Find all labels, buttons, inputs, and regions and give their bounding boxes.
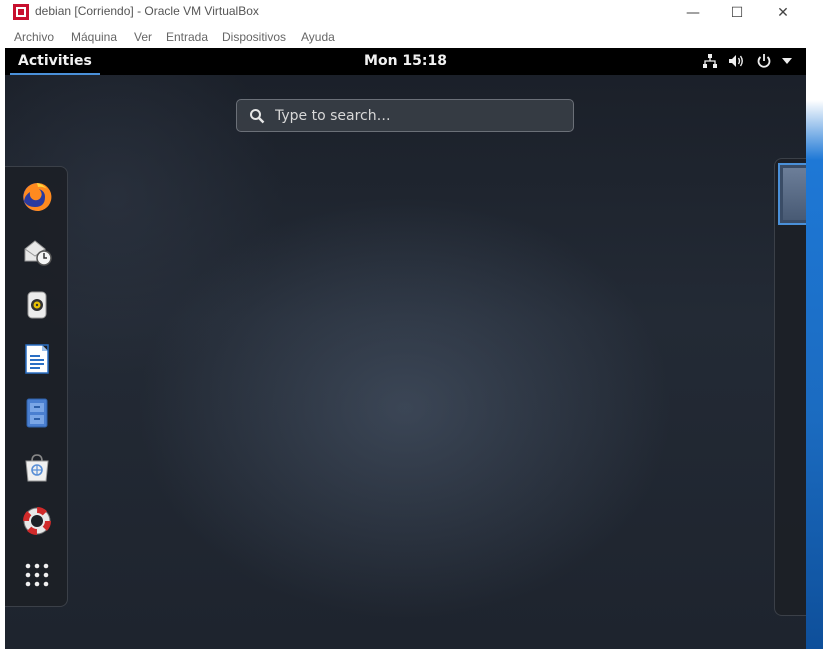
search-box[interactable] [236,99,574,132]
rhythmbox-icon[interactable] [20,288,54,322]
network-icon[interactable] [702,53,718,69]
menu-ver[interactable]: Ver [134,30,152,44]
files-icon[interactable] [20,396,54,430]
menu-archivo[interactable]: Archivo [14,30,54,44]
workspace-thumbnail-preview [783,168,806,220]
help-icon[interactable] [20,504,54,538]
search-icon [250,109,265,124]
menu-ayuda[interactable]: Ayuda [301,30,335,44]
minimize-button[interactable]: — [670,0,716,25]
firefox-icon[interactable] [20,180,54,214]
menu-entrada[interactable]: Entrada [166,30,208,44]
dash [5,166,68,607]
system-tray[interactable] [702,53,792,69]
evolution-icon[interactable] [20,234,54,268]
menubar: Archivo Máquina Ver Entrada Dispositivos… [0,27,806,47]
window-title: debian [Corriendo] - Oracle VM VirtualBo… [35,4,259,18]
chevron-down-icon[interactable] [782,57,792,65]
menu-maquina[interactable]: Máquina [71,30,117,44]
maximize-button[interactable]: ☐ [714,0,760,25]
libreoffice-writer-icon[interactable] [20,342,54,376]
clock[interactable]: Mon 15:18 [5,48,806,75]
menu-dispositivos[interactable]: Dispositivos [222,30,286,44]
search-input[interactable] [275,100,565,131]
volume-icon[interactable] [728,53,746,69]
software-icon[interactable] [20,450,54,484]
gnome-screen: Activities Mon 15:18 [5,48,806,649]
virtualbox-app-icon [13,4,29,20]
virtualbox-window: debian [Corriendo] - Oracle VM VirtualBo… [0,0,806,649]
window-titlebar[interactable]: debian [Corriendo] - Oracle VM VirtualBo… [0,0,806,25]
workspace-thumbnail[interactable] [778,163,806,225]
show-applications-icon[interactable] [20,558,54,592]
gnome-top-bar: Activities Mon 15:18 [5,48,806,75]
power-icon[interactable] [756,53,772,69]
host-desktop-background [806,0,823,649]
workspace-selector [774,158,806,616]
close-button[interactable]: ✕ [760,0,806,25]
